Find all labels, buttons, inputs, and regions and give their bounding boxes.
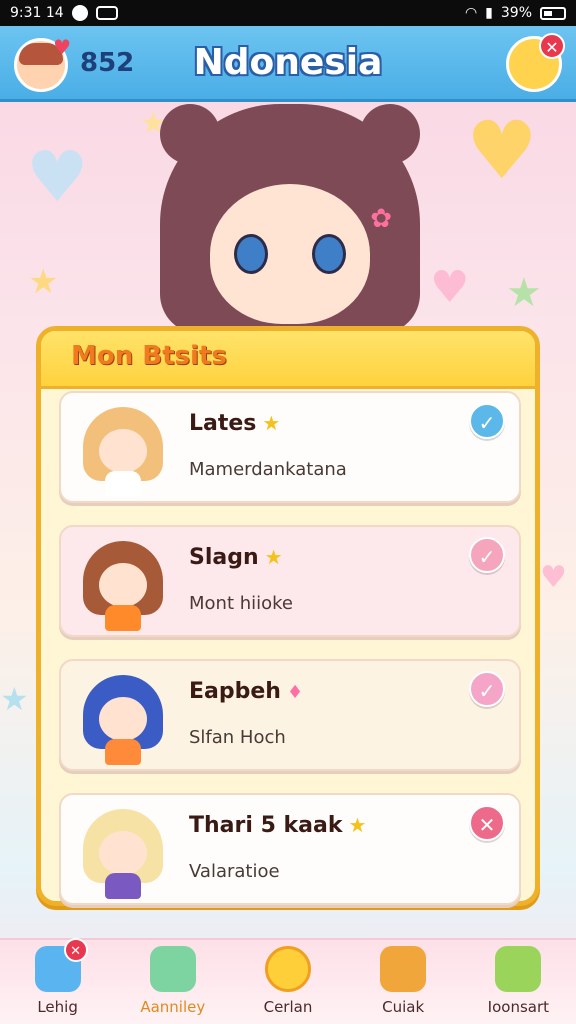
nav-label: Cuiak bbox=[382, 998, 425, 1016]
remove-button[interactable]: ✕ bbox=[469, 805, 505, 841]
currency-count: 852 bbox=[80, 48, 135, 78]
bow-icon: ✿ bbox=[370, 204, 392, 234]
nav-label: Lehig bbox=[37, 998, 78, 1016]
character-thumbnail bbox=[73, 399, 173, 499]
item-name: Lates ★ bbox=[189, 411, 281, 436]
calendar-icon bbox=[264, 946, 311, 992]
character-list: Lates ★ Mamerdankatana ✓ Slagn ★ Mont hiio… bbox=[59, 391, 521, 927]
battery-icon bbox=[540, 6, 566, 20]
app-header: ♥ 852 Ndonesia ✕ bbox=[0, 26, 576, 102]
star-decoration-icon: ★ bbox=[28, 262, 59, 302]
character-thumbnail bbox=[73, 667, 173, 767]
signal-icon: ▮ bbox=[485, 5, 493, 21]
companion-avatar-button[interactable]: ✕ bbox=[506, 33, 565, 92]
close-badge-icon[interactable]: ✕ bbox=[539, 33, 565, 59]
wifi-icon: ◠ bbox=[464, 5, 478, 21]
star-decoration-icon: ★ bbox=[506, 270, 542, 316]
panel-title: Mon Btsits bbox=[71, 341, 227, 371]
heart-decoration-icon: ♥ bbox=[26, 136, 89, 218]
item-name: Slagn ★ bbox=[189, 545, 283, 570]
star-icon: ★ bbox=[262, 411, 281, 435]
nav-label: Ioonsart bbox=[487, 998, 550, 1016]
nav-label: Cerlan bbox=[263, 998, 313, 1016]
battery-percent: 39% bbox=[500, 5, 532, 21]
item-name: Thari 5 kaak ★ bbox=[189, 813, 367, 838]
check-button[interactable]: ✓ bbox=[469, 403, 505, 439]
nav-badge: ✕ bbox=[63, 938, 88, 962]
star-icon: ★ bbox=[348, 813, 367, 837]
heart-decoration-icon: ♥ bbox=[540, 560, 567, 595]
notification-icon bbox=[71, 5, 88, 21]
character-thumbnail bbox=[73, 533, 173, 633]
list-item[interactable]: Slagn ★ Mont hiioke ✓ bbox=[59, 525, 521, 637]
check-button[interactable]: ✓ bbox=[469, 671, 505, 707]
item-subtitle: Slfan Hoch bbox=[189, 727, 286, 748]
item-subtitle: Mont hiioke bbox=[189, 593, 294, 614]
bottom-navigation: ✕ Lehig Aanniley Cerlan Cuiak Ioonsart bbox=[0, 938, 576, 1024]
nav-item-ioonsart[interactable]: Ioonsart bbox=[468, 940, 568, 1016]
nav-item-cuiak[interactable]: Cuiak bbox=[353, 940, 453, 1016]
check-button[interactable]: ✓ bbox=[469, 537, 505, 573]
heart-decoration-icon: ♥ bbox=[430, 262, 470, 313]
list-item[interactable]: Lates ★ Mamerdankatana ✓ bbox=[59, 391, 521, 503]
character-thumbnail bbox=[73, 801, 173, 901]
nav-item-cerlan[interactable]: Cerlan bbox=[238, 940, 338, 1016]
status-time: 9:31 14 bbox=[10, 5, 64, 21]
app-indicator-icon bbox=[95, 6, 118, 20]
star-decoration-icon: ★ bbox=[0, 680, 29, 718]
item-subtitle: Mamerdankatana bbox=[189, 459, 347, 480]
frog-icon bbox=[495, 946, 542, 992]
list-item[interactable]: Thari 5 kaak ★ Valaratioe ✕ bbox=[59, 793, 521, 905]
status-bar: 9:31 14 ◠ ▮ 39% bbox=[0, 0, 576, 26]
heart-icon: ♥ bbox=[53, 35, 71, 59]
profile-avatar[interactable]: ♥ bbox=[14, 35, 71, 92]
item-subtitle: Valaratioe bbox=[189, 861, 280, 882]
heart-decoration-icon: ♥ bbox=[466, 104, 538, 197]
nav-item-lehig[interactable]: ✕ Lehig bbox=[8, 938, 108, 1016]
star-icon: ★ bbox=[264, 545, 283, 569]
character-list-panel: Mon Btsits Lates ★ Mamerdankatana ✓ Slagn… bbox=[36, 326, 540, 906]
tag-icon: ♦ bbox=[286, 682, 304, 703]
list-item[interactable]: Eapbeh ♦ Slfan Hoch ✓ bbox=[59, 659, 521, 771]
nav-item-aanniley[interactable]: Aanniley bbox=[123, 940, 223, 1016]
bear-icon bbox=[380, 946, 427, 992]
gem-icon bbox=[149, 946, 196, 992]
nav-label: Aanniley bbox=[140, 998, 206, 1016]
hero-character-illustration: ✿ bbox=[150, 104, 430, 334]
item-name: Eapbeh ♦ bbox=[189, 679, 304, 704]
panel-header: Mon Btsits bbox=[41, 331, 535, 389]
